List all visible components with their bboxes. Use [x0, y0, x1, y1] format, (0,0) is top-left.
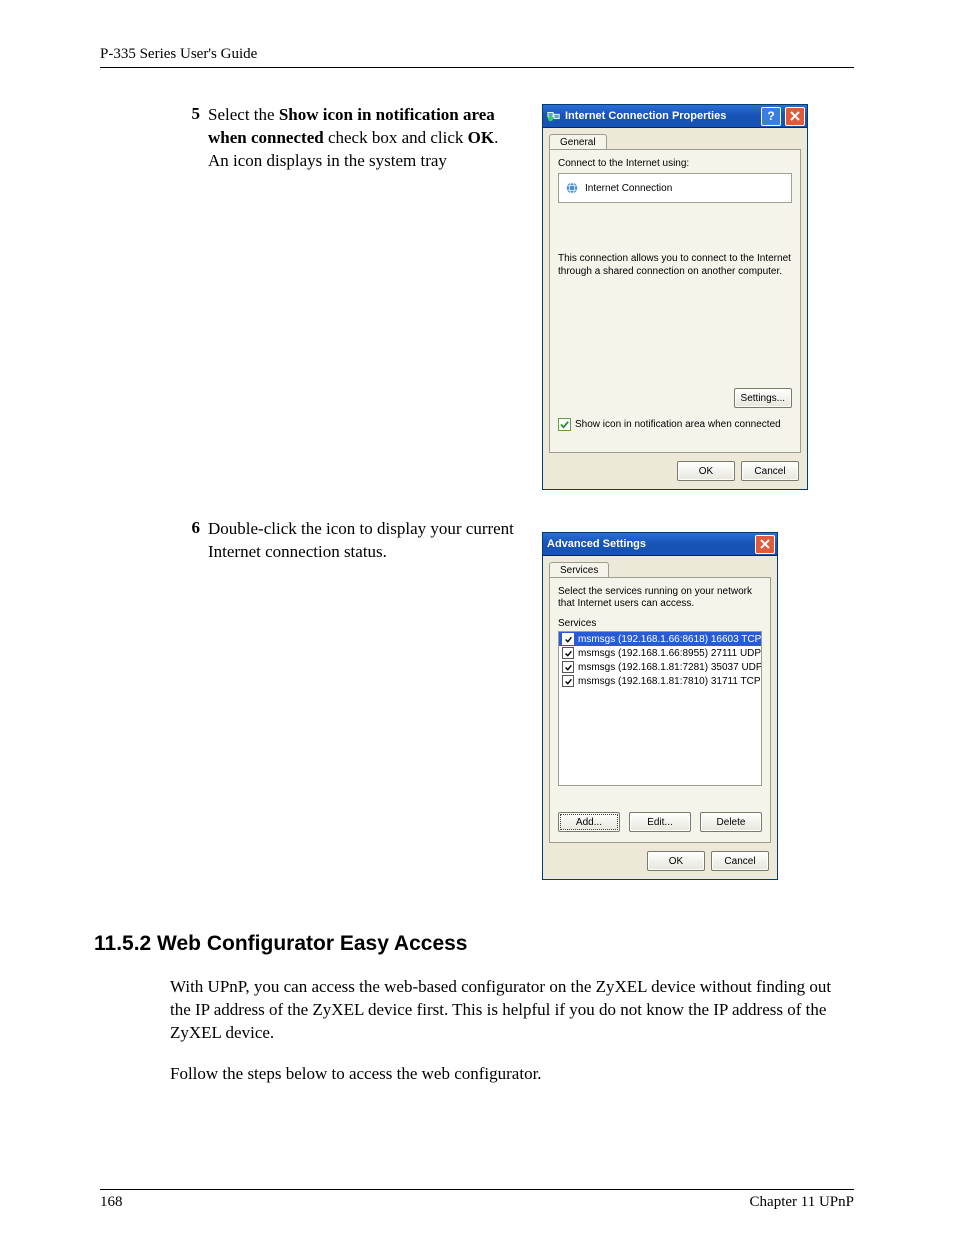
show-icon-checkbox-row[interactable]: Show icon in notification area when conn… — [558, 418, 792, 431]
section-para-2: Follow the steps below to access the web… — [170, 1063, 854, 1086]
step-6-row: 6 Double-click the icon to display your … — [100, 518, 854, 880]
services-intro: Select the services running on your netw… — [558, 586, 762, 610]
footer: 168 Chapter 11 UPnP — [100, 1189, 854, 1211]
dlg1-panel: Connect to the Internet using: Internet … — [549, 149, 801, 453]
service-row[interactable]: msmsgs (192.168.1.81:7810) 31711 TCP — [559, 674, 761, 688]
cancel-button[interactable]: Cancel — [711, 851, 769, 871]
dlg1-button-row: OK Cancel — [543, 453, 807, 489]
checkmark-icon — [564, 649, 571, 656]
step5-bold2: OK — [468, 128, 494, 147]
service-name: msmsgs (192.168.1.81:7810) 31711 TCP — [578, 676, 761, 687]
service-row[interactable]: msmsgs (192.168.1.66:8955) 27111 UDP — [559, 646, 761, 660]
tab-general[interactable]: General — [549, 134, 607, 149]
step5-mid: check box and click — [324, 128, 468, 147]
service-name: msmsgs (192.168.1.66:8955) 27111 UDP — [578, 648, 761, 659]
dlg2-button-row: OK Cancel — [543, 843, 777, 879]
dlg2-titlebar[interactable]: Advanced Settings — [543, 533, 777, 556]
dlg1-titlebar[interactable]: Internet Connection Properties ? — [543, 105, 807, 128]
step-5-text: Select the Show icon in notification are… — [208, 104, 522, 173]
connection-box[interactable]: Internet Connection — [558, 173, 792, 203]
service-checkbox[interactable] — [562, 633, 574, 645]
chapter-label: Chapter 11 UPnP — [750, 1194, 854, 1211]
service-checkbox[interactable] — [562, 675, 574, 687]
service-row[interactable]: msmsgs (192.168.1.66:8618) 16603 TCP — [559, 632, 761, 646]
service-checkbox[interactable] — [562, 661, 574, 673]
service-checkbox[interactable] — [562, 647, 574, 659]
step-6-text-col: 6 Double-click the icon to display your … — [182, 518, 522, 564]
services-button-row: Add... Edit... Delete — [558, 812, 762, 832]
checkmark-icon — [560, 420, 569, 429]
connection-name: Internet Connection — [585, 183, 672, 194]
running-head: P-335 Series User's Guide — [100, 46, 854, 63]
close-button[interactable] — [755, 535, 775, 554]
help-button[interactable]: ? — [761, 107, 781, 126]
connect-using-label: Connect to the Internet using: — [558, 158, 792, 169]
step-5-number: 5 — [182, 104, 200, 173]
step-5-text-col: 5 Select the Show icon in notification a… — [182, 104, 522, 173]
show-icon-label: Show icon in notification area when conn… — [575, 419, 781, 430]
footer-rule — [100, 1189, 854, 1190]
service-name: msmsgs (192.168.1.81:7281) 35037 UDP — [578, 662, 762, 673]
close-icon — [760, 539, 770, 549]
close-icon — [790, 111, 800, 121]
internet-connection-properties-dialog: Internet Connection Properties ? General… — [542, 104, 808, 490]
dlg2-panel: Select the services running on your netw… — [549, 577, 771, 843]
service-name: msmsgs (192.168.1.66:8618) 16603 TCP — [578, 634, 761, 645]
checkmark-icon — [564, 635, 571, 642]
advanced-settings-dialog: Advanced Settings Services Select the se… — [542, 532, 778, 880]
dlg2-tabs: Services — [549, 562, 771, 577]
dlg1-title: Internet Connection Properties — [565, 110, 757, 122]
add-button[interactable]: Add... — [558, 812, 620, 832]
service-row[interactable]: msmsgs (192.168.1.81:7281) 35037 UDP — [559, 660, 761, 674]
ok-button[interactable]: OK — [677, 461, 735, 481]
header-rule — [100, 67, 854, 68]
globe-icon — [565, 181, 579, 195]
edit-button[interactable]: Edit... — [629, 812, 691, 832]
checkmark-icon — [564, 677, 571, 684]
settings-button[interactable]: Settings... — [734, 388, 792, 408]
checkmark-icon — [564, 663, 571, 670]
step-5-row: 5 Select the Show icon in notification a… — [100, 104, 854, 490]
connection-description: This connection allows you to connect to… — [558, 253, 792, 278]
ok-button[interactable]: OK — [647, 851, 705, 871]
cancel-button[interactable]: Cancel — [741, 461, 799, 481]
delete-button[interactable]: Delete — [700, 812, 762, 832]
section-para-1: With UPnP, you can access the web-based … — [170, 976, 854, 1045]
step5-pre: Select the — [208, 105, 279, 124]
services-label: Services — [558, 618, 762, 629]
tab-services[interactable]: Services — [549, 562, 609, 577]
show-icon-checkbox[interactable] — [558, 418, 571, 431]
network-icon — [547, 109, 561, 123]
step-6-text: Double-click the icon to display your cu… — [208, 518, 522, 564]
section-heading: 11.5.2 Web Configurator Easy Access — [94, 932, 854, 956]
close-button[interactable] — [785, 107, 805, 126]
page-number: 168 — [100, 1194, 123, 1211]
services-listbox[interactable]: msmsgs (192.168.1.66:8618) 16603 TCP msm… — [558, 631, 762, 786]
step-6-number: 6 — [182, 518, 200, 564]
dlg1-tabs: General — [549, 134, 801, 149]
dlg2-title: Advanced Settings — [547, 538, 751, 550]
